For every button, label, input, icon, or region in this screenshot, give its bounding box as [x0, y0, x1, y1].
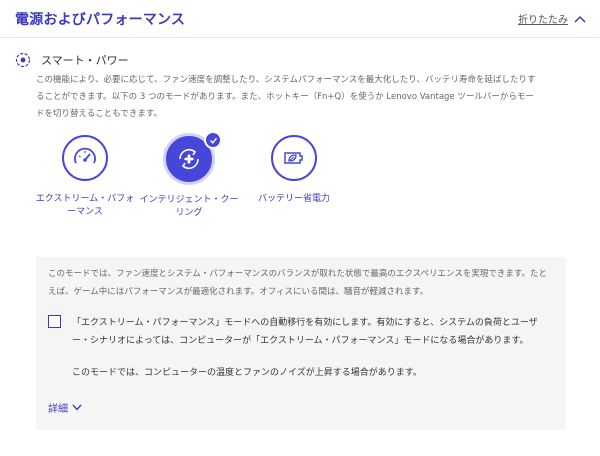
mode-intelligent-cooling[interactable]: インテリジェント・クーリング	[139, 131, 239, 220]
mode-battery-saving-button[interactable]	[271, 135, 317, 181]
mode-battery-saving[interactable]: バッテリー省電力	[244, 135, 344, 206]
mode-description: このモードでは、ファン速度とシステム・パフォーマンスのバランスが取れた状態で最高…	[48, 269, 548, 297]
speedometer-icon	[74, 147, 96, 164]
fan-cooling-icon	[179, 148, 199, 170]
auto-switch-checkbox[interactable]	[48, 315, 61, 328]
chevron-up-icon	[574, 15, 586, 23]
auto-switch-label: 「エクストリーム・パフォーマンス」モードへの自動移行を有効にします。有効にすると…	[72, 318, 538, 346]
smart-power-icon	[15, 52, 31, 68]
collapse-button[interactable]: 折りたたみ	[518, 11, 586, 26]
mode-intelligent-cooling-label: インテリジェント・クーリング	[139, 195, 239, 218]
smart-power-title: スマート・パワー	[41, 54, 129, 67]
details-link[interactable]: 詳細	[48, 400, 82, 415]
mode-battery-saving-label: バッテリー省電力	[257, 194, 330, 204]
section-header: 電源およびパフォーマンス 折りたたみ	[0, 0, 600, 38]
mode-extreme-performance[interactable]: エクストリーム・パフォーマンス	[35, 135, 135, 219]
details-label: 詳細	[48, 404, 68, 415]
collapse-label: 折りたたみ	[518, 15, 568, 26]
selected-check-icon	[204, 131, 222, 149]
mode-extreme-performance-label: エクストリーム・パフォーマンス	[35, 194, 135, 217]
mode-extreme-performance-button[interactable]	[62, 135, 108, 181]
chevron-down-icon	[72, 404, 82, 411]
temperature-noise-note: このモードでは、コンピューターの温度とファンのノイズが上昇する場合があります。	[72, 368, 422, 378]
page-title: 電源およびパフォーマンス	[15, 12, 186, 28]
smart-power-description: この機能により、必要に応じて、ファン速度を調整したり、システムパフォーマンスを最…	[36, 75, 536, 119]
mode-details-panel: このモードでは、ファン速度とシステム・パフォーマンスのバランスが取れた状態で最高…	[36, 257, 566, 430]
smart-power-heading: スマート・パワー	[15, 52, 129, 68]
leaf-battery-icon	[284, 152, 303, 164]
